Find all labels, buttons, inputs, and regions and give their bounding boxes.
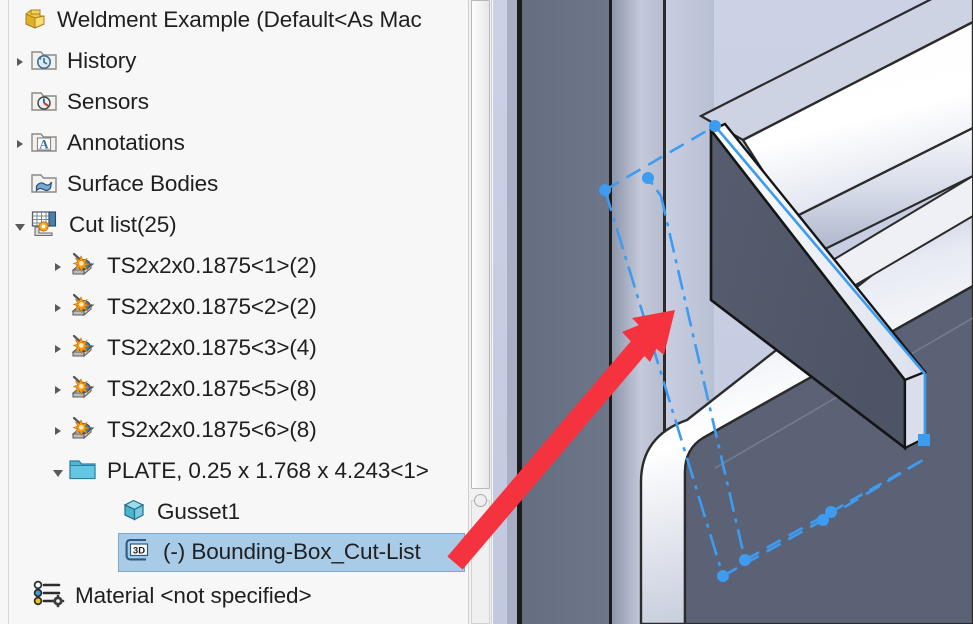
chevron-right-icon[interactable] [12,136,28,152]
tree-row-structural-member[interactable]: TS2x2x0.1875<5>(8) [50,369,317,410]
tree-item-label: Annotations [67,130,185,156]
cut-list-folder-icon [68,456,98,487]
tree-item-label: (-) Bounding-Box_Cut-List [163,539,421,565]
tree-root-label: Weldment Example (Default<As Mac [57,7,422,33]
tree-row-bounding-box-cut-list[interactable]: 3D (-) Bounding-Box_Cut-List [118,533,465,572]
vertical-scrollbar[interactable] [468,0,492,624]
structural-member-icon [68,373,98,406]
cut-list-icon [30,209,60,242]
tree-row-annotations[interactable]: A Annotations [12,123,185,164]
tree-row-surface-bodies[interactable]: Surface Bodies [12,164,218,205]
tree-row-structural-member[interactable]: TS2x2x0.1875<1>(2) [50,246,317,287]
tree-item-label: Gusset1 [157,499,241,525]
tree-item-label: Material <not specified> [75,583,312,609]
scrollbar-track-lower[interactable] [471,500,490,624]
solidworks-window: Weldment Example (Default<As Mac History [0,0,973,624]
tree-item-label: TS2x2x0.1875<1>(2) [107,253,317,279]
tree-item-label: TS2x2x0.1875<3>(4) [107,335,317,361]
surface-bodies-folder-icon [30,169,58,200]
tree-row-partial-next[interactable] [42,617,77,624]
svg-text:3D: 3D [133,546,145,557]
structural-member-icon [68,332,98,365]
tree-row-cut-list[interactable]: Cut list(25) [12,205,177,246]
tree-row-gusset1[interactable]: Gusset1 [120,492,240,533]
chevron-down-icon[interactable] [12,218,28,234]
panel-resize-grip[interactable] [474,494,487,507]
tree-item-label: TS2x2x0.1875<5>(8) [107,376,317,402]
tree-row-root[interactable]: Weldment Example (Default<As Mac [22,0,422,41]
annotations-folder-icon: A [30,128,58,159]
tree-item-label: History [67,48,137,74]
feature-manager-tree[interactable]: Weldment Example (Default<As Mac History [0,0,468,624]
tree-row-sensors[interactable]: Sensors [12,82,149,123]
twisty-placeholder [12,95,28,111]
svg-text:A: A [39,137,49,152]
structural-member-icon [68,250,98,283]
tree-item-label: TS2x2x0.1875<2>(2) [107,294,317,320]
solid-body-icon [120,496,148,529]
tree-row-structural-member[interactable]: TS2x2x0.1875<2>(2) [50,287,317,328]
tree-item-label: Surface Bodies [67,171,219,197]
history-folder-icon [30,46,58,77]
structural-member-icon [68,291,98,324]
chevron-right-icon[interactable] [50,423,66,439]
tree-item-label: Cut list(25) [69,212,177,238]
tree-row-material[interactable]: Material <not specified> [32,576,312,617]
part-document-icon [22,5,48,36]
chevron-right-icon[interactable] [50,382,66,398]
material-icon [32,579,66,614]
chevron-right-icon[interactable] [12,54,28,70]
tree-row-structural-member[interactable]: TS2x2x0.1875<6>(8) [50,410,317,451]
chevron-right-icon[interactable] [50,341,66,357]
tree-row-plate-folder[interactable]: PLATE, 0.25 x 1.768 x 4.243<1> [50,451,429,492]
chevron-right-icon[interactable] [50,300,66,316]
chevron-right-icon[interactable] [50,259,66,275]
structural-member-icon [68,414,98,447]
twisty-placeholder [12,177,28,193]
tree-item-label: TS2x2x0.1875<6>(8) [107,417,317,443]
3d-sketch-icon: 3D [124,537,154,568]
chevron-down-icon[interactable] [50,464,66,480]
tree-item-label: PLATE, 0.25 x 1.768 x 4.243<1> [107,458,429,484]
tree-row-history[interactable]: History [12,41,136,82]
tree-item-label: Sensors [67,89,149,115]
sensors-folder-icon [30,87,58,118]
scrollbar-thumb[interactable] [471,0,490,489]
tree-row-structural-member[interactable]: TS2x2x0.1875<3>(4) [50,328,317,369]
3d-graphics-area[interactable] [493,0,973,624]
